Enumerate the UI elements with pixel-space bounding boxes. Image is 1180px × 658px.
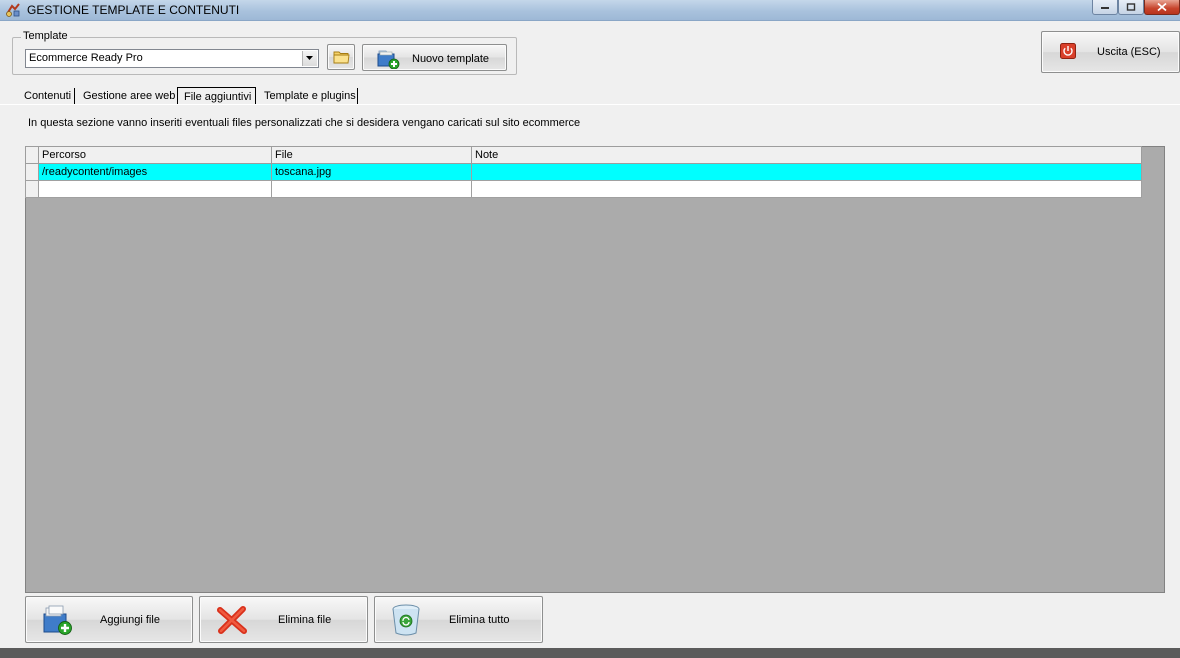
column-header-file[interactable]: File (271, 146, 472, 164)
delete-all-button[interactable]: Elimina tutto (374, 596, 543, 643)
add-file-label: Aggiungi file (100, 614, 160, 626)
files-grid[interactable]: Percorso File Note /readycontent/images … (25, 146, 1142, 198)
exit-button[interactable]: Uscita (ESC) (1041, 31, 1180, 73)
delete-x-icon (217, 606, 247, 634)
app-icon (5, 2, 21, 18)
column-header-percorso[interactable]: Percorso (38, 146, 272, 164)
new-template-label: Nuovo template (412, 53, 490, 65)
tab-label: Contenuti (24, 90, 72, 102)
add-folder-icon (377, 50, 400, 69)
template-select-value: Ecommerce Ready Pro (29, 52, 143, 64)
cell-percorso[interactable]: /readycontent/images (38, 163, 272, 181)
cell-percorso[interactable] (38, 180, 272, 198)
maximize-button[interactable] (1118, 0, 1144, 15)
cell-note[interactable] (471, 180, 1142, 198)
recycle-bin-icon (392, 604, 420, 636)
close-icon (1157, 2, 1167, 12)
chevron-down-icon (306, 56, 313, 60)
cell-file[interactable] (271, 180, 472, 198)
row-selector[interactable] (25, 180, 39, 198)
minimize-icon (1101, 7, 1109, 9)
tab-file-aggiuntivi[interactable]: File aggiuntivi (177, 87, 256, 105)
title-bar: GESTIONE TEMPLATE E CONTENUTI (0, 0, 1180, 21)
tab-label: Template e plugins (264, 90, 356, 102)
tab-label: File aggiuntivi (184, 91, 252, 103)
dropdown-button[interactable] (302, 51, 317, 66)
grid-header-row: Percorso File Note (25, 146, 1142, 164)
tab-label: Gestione aree web (83, 90, 176, 102)
restore-icon (1126, 3, 1136, 11)
close-button[interactable] (1144, 0, 1180, 15)
section-description: In questa sezione vanno inseriti eventua… (28, 117, 581, 129)
window-title: GESTIONE TEMPLATE E CONTENUTI (27, 3, 240, 17)
add-file-button[interactable]: Aggiungi file (25, 596, 193, 643)
grid-corner (25, 146, 39, 164)
delete-file-button[interactable]: Elimina file (199, 596, 368, 643)
files-grid-background (25, 146, 1165, 593)
row-selector[interactable] (25, 163, 39, 181)
template-select[interactable]: Ecommerce Ready Pro (25, 49, 319, 68)
folder-icon (333, 51, 350, 64)
exit-label: Uscita (ESC) (1097, 46, 1161, 58)
minimize-button[interactable] (1092, 0, 1118, 15)
add-file-icon (43, 605, 72, 635)
delete-all-label: Elimina tutto (449, 614, 510, 626)
table-row[interactable]: /readycontent/images toscana.jpg (25, 163, 1142, 181)
table-row-new[interactable] (25, 180, 1142, 198)
tab-contenuti[interactable]: Contenuti (18, 87, 75, 105)
window-bottom-edge (0, 648, 1180, 658)
template-legend: Template (21, 30, 70, 42)
new-template-button[interactable]: Nuovo template (362, 44, 507, 71)
open-folder-button[interactable] (327, 44, 355, 70)
cell-note[interactable] (471, 163, 1142, 181)
tab-divider (0, 104, 1180, 105)
power-icon (1060, 43, 1076, 59)
tab-template-e-plugins[interactable]: Template e plugins (258, 87, 358, 105)
column-header-note[interactable]: Note (471, 146, 1142, 164)
delete-file-label: Elimina file (278, 614, 332, 626)
cell-file[interactable]: toscana.jpg (271, 163, 472, 181)
tab-gestione-aree-web[interactable]: Gestione aree web (77, 87, 177, 105)
